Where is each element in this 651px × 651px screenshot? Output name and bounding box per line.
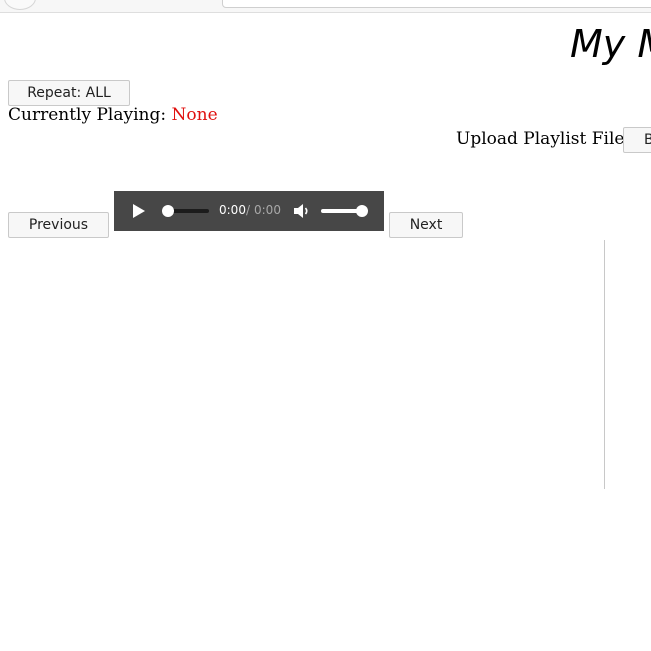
volume-icon[interactable] [293, 203, 311, 219]
next-button[interactable]: Next [389, 212, 463, 238]
back-button[interactable] [4, 0, 36, 10]
play-icon[interactable] [133, 204, 145, 218]
browser-toolbar [0, 0, 651, 13]
address-bar[interactable] [222, 0, 651, 8]
page-title: My M [570, 22, 651, 66]
currently-playing: Currently Playing: None [8, 105, 218, 125]
repeat-button[interactable]: Repeat: ALL [8, 80, 130, 106]
currently-playing-label: Currently Playing: [8, 105, 167, 125]
seek-thumb[interactable] [162, 205, 174, 217]
total-time: 0:00 [254, 203, 281, 217]
time-separator: / [246, 203, 251, 217]
currently-playing-value: None [171, 105, 218, 125]
playlist-divider [604, 240, 605, 489]
browse-file-button[interactable]: B [623, 127, 651, 153]
previous-button[interactable]: Previous [8, 212, 109, 238]
current-time: 0:00 [219, 203, 246, 217]
volume-thumb[interactable] [356, 205, 368, 217]
audio-player: 0:00 / 0:00 [114, 191, 384, 231]
upload-playlist-label: Upload Playlist File: [456, 129, 631, 149]
